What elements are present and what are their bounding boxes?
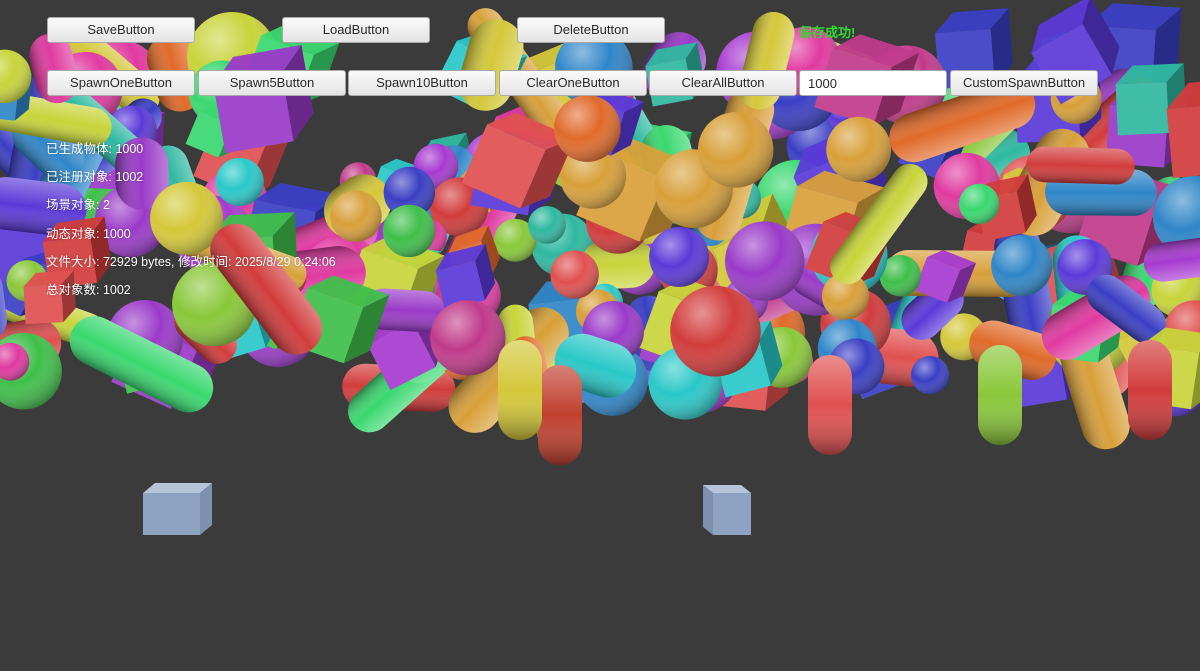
spawn-ten-button[interactable]: Spawn10Button bbox=[348, 70, 496, 96]
save-status-text: 保存成功! bbox=[799, 25, 856, 40]
delete-button[interactable]: DeleteButton bbox=[517, 17, 665, 43]
spawn-count-input[interactable] bbox=[799, 70, 947, 96]
3d-viewport bbox=[0, 0, 1200, 465]
save-button[interactable]: SaveButton bbox=[47, 17, 195, 43]
spawn-one-button[interactable]: SpawnOneButton bbox=[47, 70, 195, 96]
registered-count-text: 已注册对象: 1002 bbox=[46, 170, 144, 184]
scene-objects-text: 场景对象: 2 bbox=[46, 198, 110, 212]
clear-one-button[interactable]: ClearOneButton bbox=[499, 70, 647, 96]
generated-count-text: 已生成物体: 1000 bbox=[46, 142, 144, 156]
ground-cube-left bbox=[143, 483, 212, 535]
spawn-five-button[interactable]: Spawn5Button bbox=[198, 70, 346, 96]
file-info-text: 文件大小: 72929 bytes, 修改时间: 2025/8/29 0:24:… bbox=[46, 255, 336, 269]
dynamic-objects-text: 动态对象: 1000 bbox=[46, 227, 131, 241]
total-objects-text: 总对象数: 1002 bbox=[46, 283, 131, 297]
ground-cube-right bbox=[703, 485, 751, 535]
load-button[interactable]: LoadButton bbox=[282, 17, 430, 43]
clear-all-button[interactable]: ClearAllButton bbox=[649, 70, 797, 96]
custom-spawn-button[interactable]: CustomSpawnButton bbox=[950, 70, 1098, 96]
